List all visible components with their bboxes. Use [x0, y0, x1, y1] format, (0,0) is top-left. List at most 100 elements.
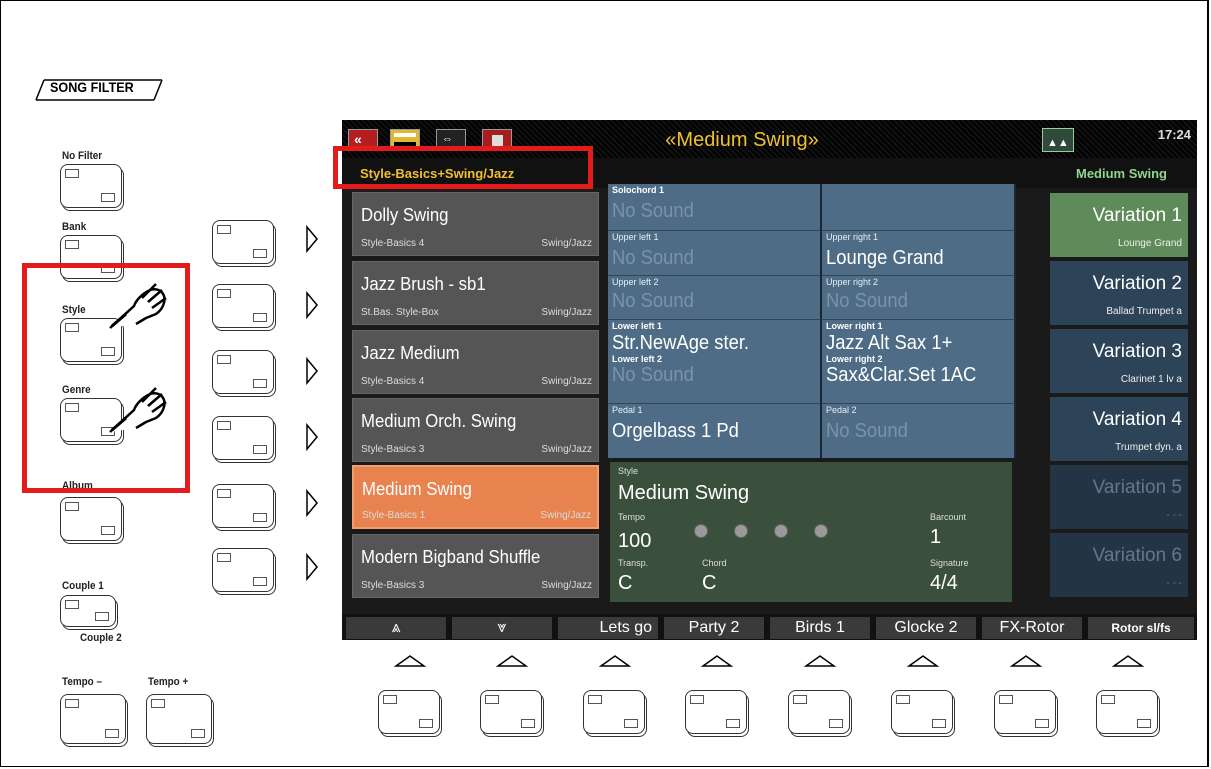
variation-name: Variation 4 [1092, 409, 1182, 430]
bottom-button-1[interactable] [378, 690, 440, 734]
variation-name: Variation 3 [1092, 341, 1182, 362]
lower-right2-cell[interactable]: Lower right 2 Sax&Clar.Set 1AC [822, 354, 1016, 404]
fkey-lets-go[interactable]: Lets go [558, 617, 658, 639]
pointing-hand-icon [109, 283, 167, 329]
lower-right2-label: Lower right 2 [826, 354, 883, 364]
lower-left2-value: No Sound [612, 364, 694, 386]
pedal2-label: Pedal 2 [826, 405, 857, 415]
signature-value: 4/4 [930, 572, 958, 594]
side-button-1[interactable] [212, 220, 274, 264]
upper-left1-label: Upper left 1 [612, 232, 659, 242]
variation-name: Variation 5 [1092, 477, 1182, 498]
variation-detail: Lounge Grand [1118, 238, 1182, 249]
lower-left2-cell[interactable]: Lower left 2 No Sound [608, 354, 822, 404]
fkey-party-2[interactable]: Party 2 [664, 617, 764, 639]
scroll-up-key[interactable]: ⩓ [346, 617, 446, 639]
side-arrows [306, 225, 318, 582]
bottom-button-5[interactable] [788, 690, 850, 734]
variation-3-button[interactable]: Variation 3 Clarinet 1 lv a [1050, 329, 1188, 393]
upper-right1-cell[interactable]: Upper right 1 Lounge Grand [822, 231, 1016, 276]
variation-name: Variation 2 [1092, 273, 1182, 294]
style-genre: Swing/Jazz [541, 307, 592, 318]
style-bank: Style-Basics 4 [361, 238, 425, 249]
lower-right2-value: Sax&Clar.Set 1AC [826, 364, 977, 386]
side-button-4[interactable] [212, 416, 274, 460]
style-list-item[interactable]: Jazz Brush - sb1 St.Bas. Style-Box Swing… [352, 261, 599, 325]
pedal1-value: Orgelbass 1 Pd [612, 420, 739, 442]
song-filter-title: SONG FILTER [32, 78, 164, 101]
pedal1-cell[interactable]: Pedal 1 Orgelbass 1 Pd [608, 404, 822, 458]
side-button-3[interactable] [212, 350, 274, 394]
style-list-item[interactable]: Dolly Swing Style-Basics 4 Swing/Jazz [352, 192, 599, 256]
style-bank: Style-Basics 1 [362, 510, 426, 521]
display-screen: « ⇔ «Medium Swing» ▲▲ 17:24 Style-Basics… [342, 120, 1197, 640]
upper-right2-cell[interactable]: Upper right 2 No Sound [822, 276, 1016, 320]
style-info-panel: Style Medium Swing Tempo 100 Barcount 1 … [610, 462, 1012, 602]
couple2-label: Couple 2 [80, 632, 122, 644]
style-genre: Swing/Jazz [541, 580, 592, 591]
shift-icon[interactable]: ▲▲ [1042, 128, 1074, 152]
side-button-5[interactable] [212, 484, 274, 528]
fkey-fx-rotor[interactable]: FX-Rotor [982, 617, 1082, 639]
tempo-plus-button[interactable] [146, 694, 212, 744]
variation-1-button[interactable]: Variation 1 Lounge Grand [1050, 193, 1188, 257]
variation-detail: Trumpet dyn. a [1115, 442, 1182, 453]
beat-indicator-icon [814, 524, 828, 538]
style-bank: Style-Basics 4 [361, 376, 425, 387]
style-list-item[interactable]: Jazz Medium Style-Basics 4 Swing/Jazz [352, 330, 599, 394]
pedal2-cell[interactable]: Pedal 2 No Sound [822, 404, 1016, 458]
solochord1-value: No Sound [612, 200, 694, 222]
arrow-right-icon [306, 290, 318, 320]
style-list-item[interactable]: Modern Bigband Shuffle Style-Basics 3 Sw… [352, 534, 599, 598]
pointing-hand-icon [109, 387, 167, 433]
arrow-right-icon [306, 422, 318, 452]
album-button[interactable] [60, 497, 122, 541]
barcount-value: 1 [930, 526, 942, 548]
scroll-down-key[interactable]: ⩔ [452, 617, 552, 639]
style-genre: Swing/Jazz [541, 376, 592, 387]
bottom-button-2[interactable] [480, 690, 542, 734]
lower-right1-label: Lower right 1 [826, 321, 883, 331]
style-list-item-selected[interactable]: Medium Swing Style-Basics 1 Swing/Jazz [352, 465, 599, 529]
style-name: Jazz Brush - sb1 [361, 274, 486, 294]
upper-left1-cell[interactable]: Upper left 1 No Sound [608, 231, 822, 276]
fkey-rotor-sl-fs[interactable]: Rotor sl/fs [1088, 617, 1194, 639]
fkey-glocke-2[interactable]: Glocke 2 [876, 617, 976, 639]
transp-label: Transp. [618, 558, 649, 568]
couple-button[interactable] [60, 595, 116, 627]
sound-grid: Solochord 1 No Sound Upper left 1 No Sou… [608, 184, 1016, 458]
variation-name: Variation 6 [1092, 545, 1182, 566]
style-name: Dolly Swing [361, 205, 449, 225]
bottom-button-7[interactable] [994, 690, 1056, 734]
side-button-6[interactable] [212, 548, 274, 592]
variation-6-button[interactable]: Variation 6 - - - [1050, 533, 1188, 597]
side-button-2[interactable] [212, 284, 274, 328]
tempo-label: Tempo [618, 512, 646, 522]
info-style-label: Style [618, 466, 639, 476]
upper-left2-cell[interactable]: Upper left 2 No Sound [608, 276, 822, 320]
variation-2-button[interactable]: Variation 2 Ballad Trumpet a [1050, 261, 1188, 325]
variation-4-button[interactable]: Variation 4 Trumpet dyn. a [1050, 397, 1188, 461]
upper-left2-label: Upper left 2 [612, 277, 659, 287]
tempo-minus-button[interactable] [60, 694, 126, 744]
upper-left2-value: No Sound [612, 290, 694, 312]
bottom-button-6[interactable] [891, 690, 953, 734]
style-name: Medium Orch. Swing [361, 411, 517, 431]
style-list-item[interactable]: Medium Orch. Swing Style-Basics 3 Swing/… [352, 398, 599, 462]
upper-right1-label: Upper right 1 [826, 232, 879, 242]
no-filter-button[interactable] [60, 164, 122, 208]
bottom-button-4[interactable] [685, 690, 747, 734]
fkey-birds-1[interactable]: Birds 1 [770, 617, 870, 639]
upper-right2-label: Upper right 2 [826, 277, 879, 287]
couple1-label: Couple 1 [62, 580, 104, 592]
bottom-button-3[interactable] [583, 690, 645, 734]
bottom-button-8[interactable] [1096, 690, 1158, 734]
style-genre: Swing/Jazz [541, 238, 592, 249]
arrow-right-icon [306, 356, 318, 386]
variation-5-button[interactable]: Variation 5 - - - [1050, 465, 1188, 529]
up-arrows [393, 655, 1145, 667]
variation-name: Variation 1 [1092, 205, 1182, 226]
tempo-minus-label: Tempo – [62, 676, 102, 688]
solochord1-cell[interactable]: Solochord 1 No Sound [608, 184, 822, 231]
no-filter-label: No Filter [62, 150, 103, 162]
